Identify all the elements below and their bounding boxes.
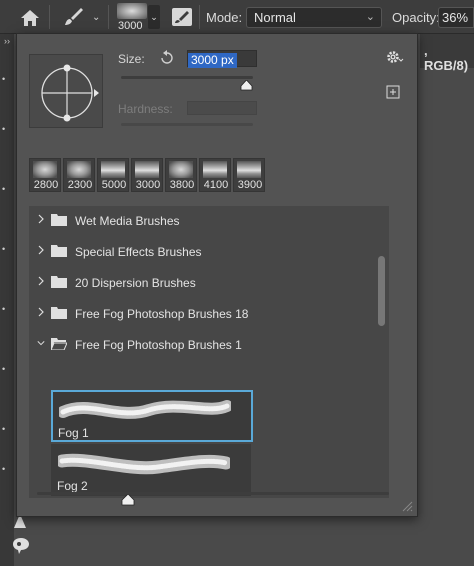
recent-brush-size: 2300: [67, 179, 93, 191]
brush-tile-selected[interactable]: Fog 1: [51, 390, 253, 442]
recent-brush-size: 3000: [135, 179, 161, 191]
chevron-down-icon: ⌄: [365, 11, 375, 23]
shape-tools-icon[interactable]: [10, 510, 32, 560]
gear-icon[interactable]: [385, 49, 405, 65]
brush-tile[interactable]: Fog 2: [51, 444, 251, 496]
brush-angle-roundness-icon[interactable]: [30, 55, 104, 129]
mode-value: Normal: [254, 10, 296, 25]
divider: [199, 5, 200, 29]
hardness-label: Hardness:: [118, 102, 173, 116]
preview-size-slider[interactable]: [37, 492, 389, 495]
size-slider[interactable]: [121, 76, 253, 79]
tool-icon[interactable]: •: [2, 74, 12, 86]
brush-tool-icon[interactable]: [62, 6, 84, 28]
folder-name: Free Fog Photoshop Brushes 1: [75, 338, 242, 352]
brush-preset-picker: Size: 3000 px Hardness: 2800 2300 5000 3…: [16, 33, 418, 517]
brush-tip-preview[interactable]: [29, 54, 103, 128]
preview-size-slider-thumb[interactable]: [121, 494, 135, 506]
brush-thumbnail: [33, 161, 57, 178]
tool-icon[interactable]: •: [2, 424, 12, 436]
divider: [108, 5, 109, 29]
tool-icon[interactable]: •: [2, 464, 12, 476]
recent-brush-item[interactable]: 3000: [131, 158, 163, 192]
hardness-slider: [121, 123, 253, 126]
tools-panel: • • • • • • • •: [0, 34, 14, 566]
brush-folder-row[interactable]: Special Effects Brushes: [29, 237, 374, 267]
scrollbar[interactable]: [375, 206, 389, 498]
divider: [49, 5, 50, 29]
chevron-right-icon[interactable]: [37, 307, 45, 317]
brush-thumbnail: [203, 161, 227, 178]
folder-icon: [51, 307, 67, 319]
brush-preset-thumbnail[interactable]: [117, 3, 147, 19]
document-tab[interactable]: , RGB/8): [420, 34, 474, 73]
size-label: Size:: [118, 52, 145, 66]
brush-thumbnail: [135, 161, 159, 178]
hardness-input: [187, 101, 257, 115]
recent-brush-item[interactable]: 2300: [63, 158, 95, 192]
recent-brush-size: 3900: [237, 179, 263, 191]
reset-size-icon[interactable]: [159, 50, 175, 66]
new-brush-preset-icon[interactable]: [386, 85, 400, 99]
document-tab-title: , RGB/8): [424, 43, 469, 73]
chevron-right-icon[interactable]: [37, 245, 45, 255]
opacity-field[interactable]: 36%: [438, 7, 474, 28]
recent-brush-item[interactable]: 3900: [233, 158, 265, 192]
recent-brush-item[interactable]: 3800: [165, 158, 197, 192]
scrollbar-thumb[interactable]: [378, 256, 385, 326]
open-folder-icon: [51, 338, 67, 350]
chevron-down-icon[interactable]: [37, 338, 45, 348]
folder-icon: [51, 245, 67, 257]
mode-label: Mode:: [206, 10, 243, 25]
brush-thumbnail: [237, 161, 261, 178]
recent-brush-item[interactable]: 2800: [29, 158, 61, 192]
recent-brush-size: 2800: [33, 179, 59, 191]
brush-name: Fog 2: [57, 479, 88, 493]
brush-tool-chevron-icon[interactable]: ⌄: [92, 12, 100, 23]
brush-folder-row[interactable]: Free Fog Photoshop Brushes 18: [29, 299, 374, 329]
opacity-label: Opacity:: [392, 10, 440, 25]
brush-list: Wet Media Brushes Special Effects Brushe…: [29, 206, 389, 498]
expand-toolbar-icon[interactable]: ››: [4, 36, 10, 46]
chevron-right-icon[interactable]: [37, 214, 45, 224]
brush-preset-size: 3000: [118, 20, 143, 32]
resize-grip-icon[interactable]: [401, 500, 413, 512]
size-slider-thumb[interactable]: [240, 80, 253, 91]
brush-preset-picker-chevron-icon[interactable]: ⌄: [148, 5, 160, 29]
recent-brush-size: 4100: [203, 179, 229, 191]
brush-folder-row[interactable]: Wet Media Brushes: [29, 206, 374, 236]
folder-name: Special Effects Brushes: [75, 245, 202, 259]
brush-stroke-preview: [59, 400, 231, 419]
recent-brush-item[interactable]: 4100: [199, 158, 231, 192]
mode-dropdown[interactable]: Normal ⌄: [246, 7, 382, 28]
folder-name: 20 Dispersion Brushes: [75, 276, 196, 290]
options-bar: ⌄ 3000 ⌄ Mode: Normal ⌄ Opacity: 36%: [0, 0, 474, 34]
folder-icon: [51, 276, 67, 288]
home-icon[interactable]: [19, 7, 41, 29]
brush-thumbnail: [169, 161, 193, 178]
recent-brush-size: 5000: [101, 179, 127, 191]
folder-name: Free Fog Photoshop Brushes 18: [75, 307, 249, 321]
brush-thumbnail: [101, 161, 125, 178]
size-value: 3000 px: [188, 53, 237, 68]
brush-stroke-preview: [58, 453, 230, 475]
recent-brush-item[interactable]: 5000: [97, 158, 129, 192]
opacity-value: 36%: [442, 10, 469, 25]
brush-name: Fog 1: [58, 426, 89, 440]
brush-settings-panel-icon[interactable]: [171, 7, 193, 27]
tool-icon[interactable]: •: [2, 364, 12, 376]
chevron-right-icon[interactable]: [37, 276, 45, 286]
brush-folder-row[interactable]: 20 Dispersion Brushes: [29, 268, 374, 298]
tool-icon[interactable]: •: [2, 124, 12, 136]
folder-name: Wet Media Brushes: [75, 214, 180, 228]
tool-icon[interactable]: •: [2, 304, 12, 316]
tool-icon[interactable]: •: [2, 244, 12, 256]
brush-folder-row-expanded[interactable]: Free Fog Photoshop Brushes 1: [29, 330, 374, 360]
recent-brush-size: 3800: [169, 179, 195, 191]
size-input[interactable]: 3000 px: [187, 50, 257, 68]
folder-icon: [51, 214, 67, 226]
tool-icon[interactable]: •: [2, 184, 12, 196]
brush-thumbnail: [67, 161, 91, 178]
